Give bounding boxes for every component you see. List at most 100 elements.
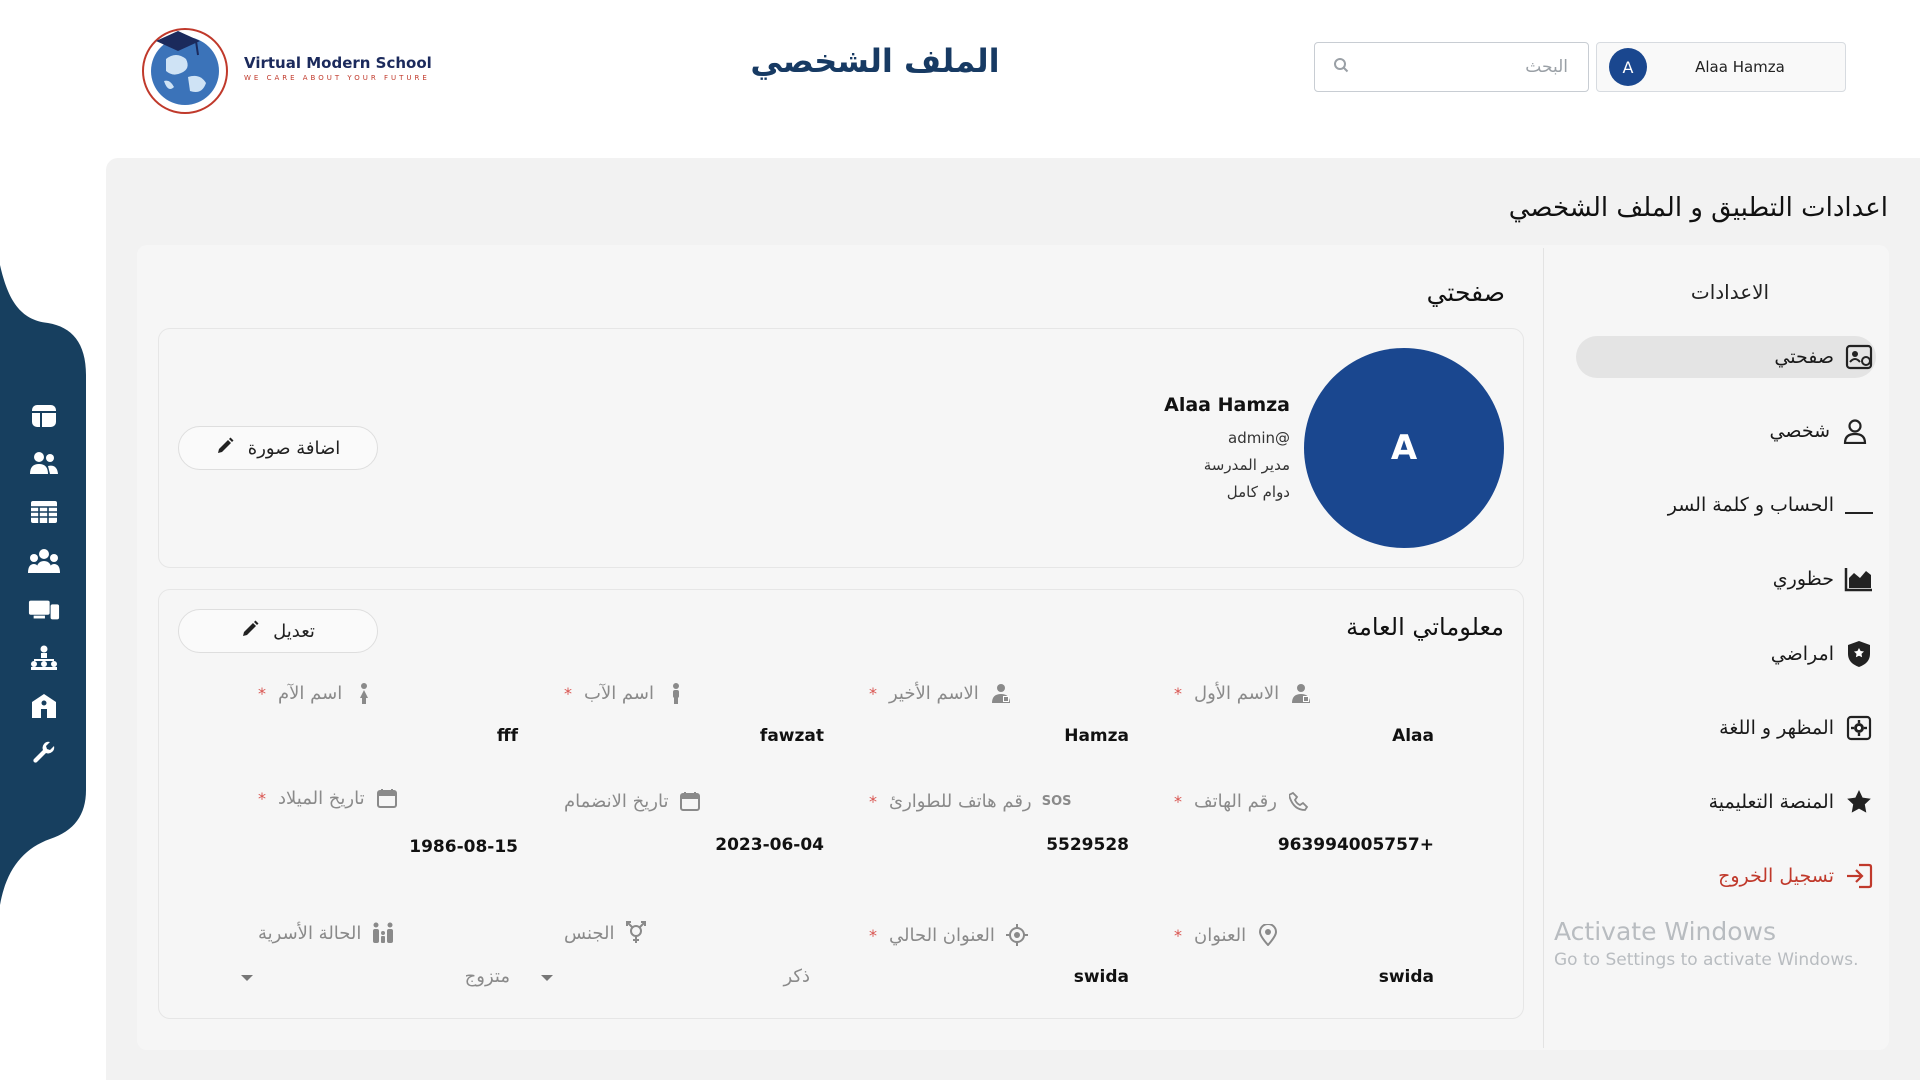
join-date-label: تاريخ الانضمام bbox=[564, 789, 824, 813]
svg-text:***: *** bbox=[1844, 497, 1845, 513]
nav-background bbox=[0, 265, 86, 905]
users-icon[interactable] bbox=[28, 448, 60, 478]
person-badge-icon bbox=[1289, 681, 1313, 705]
appearance-gear-icon bbox=[1844, 713, 1874, 743]
sos-icon: SOS bbox=[1041, 793, 1072, 809]
general-info-heading: معلوماتي العامة bbox=[1346, 613, 1504, 641]
profile-employment: دوام كامل bbox=[1226, 483, 1290, 501]
menu-item-logout[interactable]: تسجيل الخروج bbox=[1718, 855, 1874, 897]
first-name-value: Alaa bbox=[1392, 726, 1434, 746]
devices-icon[interactable] bbox=[28, 595, 60, 625]
profile-name: Alaa Hamza bbox=[1164, 394, 1290, 416]
pencil-icon bbox=[241, 620, 259, 643]
menu-item-label: حظوري bbox=[1772, 568, 1834, 590]
menu-item-my-page[interactable]: صفحتي bbox=[1774, 336, 1874, 378]
menu-item-account-password[interactable]: *** الحساب و كلمة السر bbox=[1668, 484, 1874, 526]
menu-item-illnesses[interactable]: امراضي bbox=[1771, 633, 1874, 675]
gender-label: الجنس bbox=[564, 921, 824, 945]
settings-menu-heading: الاعدادات bbox=[1690, 280, 1770, 304]
birth-date-value: 1986-08-15 bbox=[409, 837, 518, 857]
profile-handle: @admin bbox=[1228, 429, 1290, 447]
address-value: swida bbox=[1378, 967, 1434, 987]
phone-label: رقم الهاتف * bbox=[1174, 789, 1434, 813]
family-icon bbox=[371, 921, 395, 945]
birth-date-label: تاريخ الميلاد * bbox=[258, 786, 518, 810]
user-avatar: A bbox=[1609, 48, 1647, 86]
my-page-heading: صفحتي bbox=[1426, 278, 1505, 307]
emergency-phone-value: 5529528 bbox=[1046, 835, 1129, 855]
mother-name-label: اسم الآم * bbox=[258, 681, 518, 705]
hierarchy-icon[interactable] bbox=[28, 643, 60, 673]
current-address-label: العنوان الحالي * bbox=[869, 923, 1129, 947]
gender-select-value: ذكر bbox=[783, 965, 810, 987]
person-badge-icon bbox=[989, 681, 1013, 705]
health-shield-icon bbox=[1844, 639, 1874, 669]
school-logo[interactable]: Virtual Modern School WE CARE ABOUT YOUR… bbox=[136, 18, 436, 118]
page-title: الملف الشخصي bbox=[750, 42, 1000, 80]
vertical-divider bbox=[1543, 248, 1544, 1048]
first-name-label: الاسم الأول * bbox=[1174, 681, 1434, 705]
menu-item-label: تسجيل الخروج bbox=[1718, 865, 1834, 887]
marital-status-label: الحالة الأسرية bbox=[258, 921, 518, 945]
person-icon bbox=[1840, 416, 1870, 446]
user-name: Alaa Hamza bbox=[1695, 58, 1785, 76]
menu-item-label: صفحتي bbox=[1774, 346, 1834, 368]
menu-item-label: امراضي bbox=[1770, 643, 1834, 665]
table-icon[interactable] bbox=[28, 497, 60, 527]
last-name-value: Hamza bbox=[1064, 726, 1129, 746]
gender-select[interactable]: ذكر bbox=[540, 961, 810, 991]
menu-item-attendance[interactable]: حظوري bbox=[1773, 558, 1874, 600]
current-address-value: swida bbox=[1073, 967, 1129, 987]
brand-tagline: WE CARE ABOUT YOUR FUTURE bbox=[244, 74, 430, 82]
logout-icon bbox=[1844, 861, 1874, 891]
menu-item-label: المظهر و اللغة bbox=[1719, 717, 1834, 739]
add-photo-button[interactable]: اضافة صورة bbox=[178, 426, 378, 470]
dropdown-arrow-icon bbox=[540, 966, 554, 987]
activate-windows-title: Activate Windows bbox=[1554, 917, 1776, 946]
add-photo-label: اضافة صورة bbox=[247, 437, 341, 459]
search-box[interactable] bbox=[1314, 42, 1589, 92]
left-navigation bbox=[0, 265, 88, 905]
last-name-label: الاسم الأخير * bbox=[869, 681, 1129, 705]
gender-icon bbox=[624, 921, 648, 945]
groups-icon[interactable] bbox=[28, 546, 60, 576]
location-pin-icon bbox=[1256, 923, 1280, 947]
school-icon[interactable] bbox=[28, 691, 60, 721]
menu-item-label: المنصة التعليمية bbox=[1708, 791, 1834, 813]
edit-button[interactable]: تعديل bbox=[178, 609, 378, 653]
address-label: العنوان * bbox=[1174, 923, 1434, 947]
star-icon bbox=[1844, 787, 1874, 817]
calendar-icon bbox=[375, 786, 399, 810]
activate-windows-subtitle: Go to Settings to activate Windows. bbox=[1554, 950, 1859, 970]
mother-name-value: fff bbox=[496, 726, 518, 746]
profile-role: مدير المدرسة bbox=[1203, 456, 1290, 474]
dashboard-icon[interactable] bbox=[28, 401, 60, 431]
edit-label: تعديل bbox=[273, 620, 315, 642]
pencil-icon bbox=[216, 437, 234, 460]
dropdown-arrow-icon bbox=[240, 966, 254, 987]
menu-item-appearance-language[interactable]: المظهر و اللغة bbox=[1719, 707, 1874, 749]
user-menu[interactable]: A Alaa Hamza bbox=[1596, 42, 1846, 92]
phone-value: 963994005757+ bbox=[1277, 835, 1434, 855]
attendance-chart-icon bbox=[1844, 564, 1874, 594]
marital-status-select[interactable]: متزوج bbox=[240, 961, 510, 991]
marital-status-select-value: متزوج bbox=[464, 965, 510, 987]
search-input[interactable] bbox=[1349, 57, 1568, 77]
search-icon[interactable] bbox=[1333, 57, 1349, 77]
profile-card-icon bbox=[1844, 342, 1874, 372]
brand-name: Virtual Modern School bbox=[244, 54, 432, 72]
father-name-value: fawzat bbox=[759, 726, 824, 746]
father-name-label: اسم الآب * bbox=[564, 681, 824, 705]
menu-item-label: شخصي bbox=[1769, 420, 1831, 442]
profile-avatar: A bbox=[1304, 348, 1504, 548]
emergency-phone-label: SOS رقم هاتف للطوارئ * bbox=[869, 790, 1072, 812]
menu-item-learning-platform[interactable]: المنصة التعليمية bbox=[1709, 781, 1874, 823]
menu-item-label: الحساب و كلمة السر bbox=[1667, 494, 1834, 516]
phone-icon bbox=[1287, 789, 1311, 813]
join-date-value: 2023-06-04 bbox=[715, 835, 824, 855]
password-icon: *** bbox=[1844, 490, 1874, 520]
menu-item-personal[interactable]: شخصي bbox=[1770, 410, 1871, 452]
settings-title: اعدادات التطبيق و الملف الشخصي bbox=[1508, 193, 1888, 223]
wrench-icon[interactable] bbox=[28, 738, 60, 768]
crosshair-location-icon bbox=[1005, 923, 1029, 947]
